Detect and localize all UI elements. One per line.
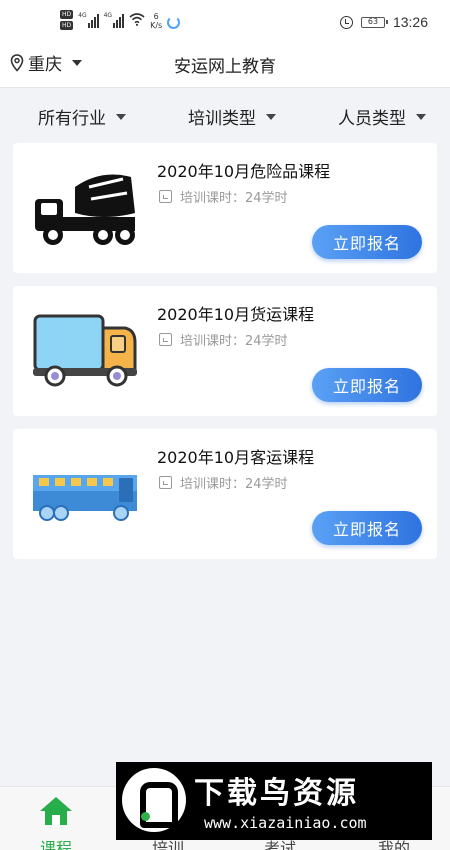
signal-icon: 4G bbox=[104, 12, 125, 28]
course-card[interactable]: 2020年10月危险品课程 培训课时：24学时 立即报名 bbox=[13, 143, 437, 273]
watermark-dot bbox=[141, 812, 150, 821]
filter-training-type[interactable]: 培训类型 bbox=[188, 104, 276, 129]
enroll-button[interactable]: 立即报名 bbox=[312, 368, 422, 402]
signal-icon: 4G bbox=[78, 12, 99, 28]
filter-personnel-type[interactable]: 人员类型 bbox=[338, 104, 426, 129]
course-title: 2020年10月货运课程 bbox=[157, 305, 315, 324]
status-bar: HD HD 4G 4G 6 K/s 63 13:26 bbox=[0, 0, 450, 44]
cargo-truck-icon bbox=[33, 314, 137, 387]
filter-label: 培训类型 bbox=[188, 109, 256, 129]
filter-industry[interactable]: 所有行业 bbox=[38, 104, 126, 129]
chevron-down-icon bbox=[416, 113, 426, 120]
watermark-text: 下载鸟资源 bbox=[194, 776, 359, 811]
course-title: 2020年10月危险品课程 bbox=[157, 162, 331, 181]
hd-badge: HD bbox=[60, 10, 74, 19]
app-header: 重庆 安运网上教育 bbox=[0, 44, 450, 88]
battery-icon: 63 bbox=[360, 16, 388, 28]
mixer-truck-icon bbox=[35, 174, 135, 245]
hd-badge: HD bbox=[60, 21, 74, 30]
alarm-icon bbox=[339, 15, 353, 29]
course-title: 2020年10月客运课程 bbox=[157, 448, 315, 467]
course-card[interactable]: 2020年10月货运课程 培训课时：24学时 立即报名 bbox=[13, 286, 437, 416]
filter-bar: 所有行业 培训类型 人员类型 bbox=[0, 88, 450, 142]
bus-icon bbox=[33, 475, 137, 521]
chevron-down-icon bbox=[116, 113, 126, 120]
watermark-logo-icon bbox=[122, 768, 186, 832]
filter-label: 人员类型 bbox=[338, 109, 406, 129]
clock: 13:26 bbox=[392, 14, 428, 30]
course-hours: 培训课时：24学时 bbox=[159, 187, 288, 206]
watermark: 下载鸟资源 www.xiazainiao.com bbox=[116, 762, 432, 840]
page-title: 安运网上教育 bbox=[174, 57, 276, 77]
loading-icon bbox=[167, 16, 181, 29]
enroll-button[interactable]: 立即报名 bbox=[312, 511, 422, 545]
course-card[interactable]: 2020年10月客运课程 培训课时：24学时 立即报名 bbox=[13, 429, 437, 559]
nav-label: 课程 bbox=[39, 839, 72, 850]
wifi-icon bbox=[129, 13, 145, 26]
clock-icon bbox=[159, 476, 172, 489]
filter-label: 所有行业 bbox=[38, 109, 106, 129]
home-icon bbox=[40, 797, 72, 825]
clock-icon bbox=[159, 190, 172, 203]
chevron-down-icon bbox=[266, 113, 276, 120]
clock-icon bbox=[159, 333, 172, 346]
course-hours: 培训课时：24学时 bbox=[159, 330, 288, 349]
enroll-button[interactable]: 立即报名 bbox=[312, 225, 422, 259]
course-hours: 培训课时：24学时 bbox=[159, 473, 288, 492]
network-speed: 6 K/s bbox=[150, 12, 163, 30]
watermark-url: www.xiazainiao.com bbox=[204, 814, 367, 832]
